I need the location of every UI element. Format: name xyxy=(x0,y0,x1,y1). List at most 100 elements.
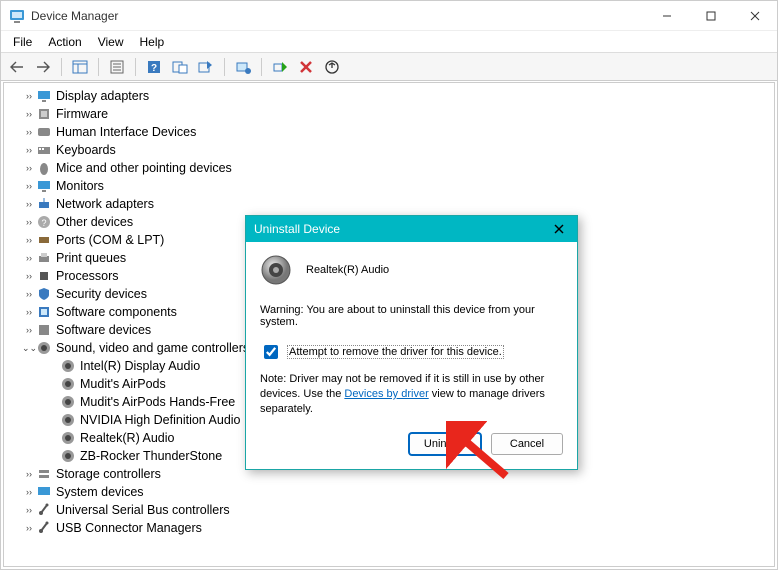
expand-icon[interactable]: › xyxy=(22,87,36,105)
expand-icon[interactable]: › xyxy=(22,213,36,231)
system-icon xyxy=(36,484,52,500)
tree-item-label: Ports (COM & LPT) xyxy=(56,231,164,249)
tree-item-label: Security devices xyxy=(56,285,147,303)
expand-icon[interactable]: › xyxy=(22,123,36,141)
dialog-close-button[interactable] xyxy=(549,219,569,239)
tree-item-keyboards[interactable]: › Keyboards xyxy=(4,141,774,159)
expand-icon[interactable]: › xyxy=(22,195,36,213)
svg-text:?: ? xyxy=(41,218,46,228)
uninstall-device-button[interactable] xyxy=(294,56,318,78)
hid-icon xyxy=(36,124,52,140)
speaker-icon xyxy=(60,448,76,464)
net-icon xyxy=(36,196,52,212)
swcomp-icon xyxy=(36,304,52,320)
title-bar: Device Manager xyxy=(1,1,777,31)
tree-item-label: Mice and other pointing devices xyxy=(56,159,232,177)
tree-item-usb-connector-managers[interactable]: › USB Connector Managers xyxy=(4,519,774,537)
tree-item-label: Human Interface Devices xyxy=(56,123,196,141)
window-title: Device Manager xyxy=(31,9,645,23)
tree-item-label: Storage controllers xyxy=(56,465,161,483)
usb-icon xyxy=(36,502,52,518)
swdev-icon xyxy=(36,322,52,338)
close-button[interactable] xyxy=(733,1,777,30)
tree-item-human-interface-devices[interactable]: › Human Interface Devices xyxy=(4,123,774,141)
tree-item-label: Keyboards xyxy=(56,141,116,159)
dialog-title-bar[interactable]: Uninstall Device xyxy=(246,216,577,242)
expand-icon[interactable]: › xyxy=(22,177,36,195)
printer-icon xyxy=(36,250,52,266)
scan-hardware-button[interactable] xyxy=(168,56,192,78)
tree-item-label: Mudit's AirPods xyxy=(80,375,166,393)
tree-item-label: Sound, video and game controllers xyxy=(56,339,249,357)
update-driver-button[interactable] xyxy=(194,56,218,78)
tree-item-label: USB Connector Managers xyxy=(56,519,202,537)
minimize-button[interactable] xyxy=(645,1,689,30)
tree-item-network-adapters[interactable]: ›Network adapters xyxy=(4,195,774,213)
expand-icon[interactable]: › xyxy=(22,519,36,537)
expand-icon[interactable]: › xyxy=(22,303,36,321)
expand-icon[interactable]: › xyxy=(22,105,36,123)
expand-icon[interactable]: › xyxy=(22,231,36,249)
add-legacy-hardware-button[interactable] xyxy=(231,56,255,78)
menu-bar: File Action View Help xyxy=(1,31,777,53)
tree-item-label: Other devices xyxy=(56,213,133,231)
tree-item-label: ZB-Rocker ThunderStone xyxy=(80,447,222,465)
expand-icon[interactable]: › xyxy=(22,159,36,177)
tree-item-universal-serial-bus-controllers[interactable]: ›Universal Serial Bus controllers xyxy=(4,501,774,519)
remove-driver-label[interactable]: Attempt to remove the driver for this de… xyxy=(287,345,504,359)
maximize-button[interactable] xyxy=(689,1,733,30)
devices-by-driver-link[interactable]: Devices by driver xyxy=(344,388,428,400)
expand-icon[interactable]: › xyxy=(22,249,36,267)
tree-item-display-adapters[interactable]: ›Display adapters xyxy=(4,87,774,105)
port-icon xyxy=(36,232,52,248)
expand-icon[interactable]: › xyxy=(22,483,36,501)
tree-item-mice-and-other-pointing-devices[interactable]: › Mice and other pointing devices xyxy=(4,159,774,177)
tree-item-firmware[interactable]: ›Firmware xyxy=(4,105,774,123)
show-hide-tree-button[interactable] xyxy=(68,56,92,78)
tree-item-label: NVIDIA High Definition Audio xyxy=(80,411,241,429)
tree-item-label: Intel(R) Display Audio xyxy=(80,357,200,375)
remove-driver-checkbox[interactable] xyxy=(264,345,278,359)
dialog-device-name: Realtek(R) Audio xyxy=(306,264,389,276)
tree-item-label: Processors xyxy=(56,267,119,285)
security-icon xyxy=(36,286,52,302)
back-button[interactable] xyxy=(5,56,29,78)
tree-item-label: Realtek(R) Audio xyxy=(80,429,175,447)
expand-icon[interactable]: › xyxy=(22,285,36,303)
menu-view[interactable]: View xyxy=(90,33,132,51)
tree-item-label: Monitors xyxy=(56,177,104,195)
menu-help[interactable]: Help xyxy=(132,33,173,51)
cpu-icon xyxy=(36,268,52,284)
tree-item-monitors[interactable]: › Monitors xyxy=(4,177,774,195)
menu-action[interactable]: Action xyxy=(40,33,89,51)
tree-item-label: Print queues xyxy=(56,249,126,267)
speaker-icon xyxy=(60,376,76,392)
cancel-button[interactable]: Cancel xyxy=(491,433,563,455)
display-icon xyxy=(36,178,52,194)
properties-button[interactable] xyxy=(105,56,129,78)
speaker-icon xyxy=(260,254,292,286)
help-button[interactable]: ? xyxy=(142,56,166,78)
storage-icon xyxy=(36,466,52,482)
expand-icon[interactable]: › xyxy=(22,321,36,339)
speaker-icon xyxy=(60,412,76,428)
expand-icon[interactable]: › xyxy=(22,267,36,285)
expand-icon[interactable]: › xyxy=(22,141,36,159)
expand-icon[interactable]: ⌄ xyxy=(22,339,36,357)
speaker-icon xyxy=(36,340,52,356)
app-icon xyxy=(9,8,25,24)
expand-icon[interactable]: › xyxy=(22,465,36,483)
expand-icon[interactable]: › xyxy=(22,501,36,519)
dialog-title: Uninstall Device xyxy=(254,222,549,236)
dialog-note: Note: Driver may not be removed if it is… xyxy=(260,372,563,417)
usb-icon xyxy=(36,520,52,536)
enable-device-button[interactable] xyxy=(268,56,292,78)
speaker-icon xyxy=(60,430,76,446)
tree-item-system-devices[interactable]: ›System devices xyxy=(4,483,774,501)
disable-device-button[interactable] xyxy=(320,56,344,78)
svg-text:?: ? xyxy=(151,63,157,74)
tree-item-label: Software components xyxy=(56,303,177,321)
forward-button[interactable] xyxy=(31,56,55,78)
menu-file[interactable]: File xyxy=(5,33,40,51)
uninstall-button[interactable]: Uninstall xyxy=(409,433,481,455)
